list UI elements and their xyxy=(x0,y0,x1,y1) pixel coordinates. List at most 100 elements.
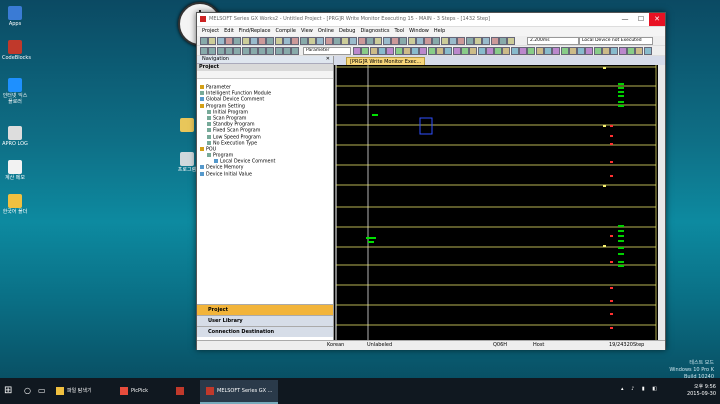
system-clock[interactable]: 오후 9:56 2015-09-30 xyxy=(668,384,716,398)
toolbar-icon[interactable] xyxy=(490,37,499,45)
desktop-icon[interactable]: CodeBlocks xyxy=(2,40,31,61)
toolbar-icon[interactable] xyxy=(399,37,408,45)
menu-item-online[interactable]: Online xyxy=(318,27,334,36)
toolbar-icon[interactable] xyxy=(618,47,627,55)
toolbar-icon[interactable] xyxy=(349,37,358,45)
parameter-dropdown[interactable]: Parameter xyxy=(303,47,351,55)
toolbar-icon[interactable] xyxy=(602,47,610,55)
toolbar-icon[interactable] xyxy=(449,37,457,45)
toolbar-icon[interactable] xyxy=(357,37,366,45)
taskbar-item[interactable]: PicPick xyxy=(120,380,148,402)
toolbar-icon[interactable] xyxy=(543,47,552,55)
toolbar-icon[interactable] xyxy=(283,37,291,45)
toolbar-icon[interactable] xyxy=(249,47,258,55)
toolbar-icon[interactable] xyxy=(527,47,536,55)
toolbar-icon[interactable] xyxy=(332,37,341,45)
toolbar-icon[interactable] xyxy=(394,47,403,55)
toolbar-icon[interactable] xyxy=(361,47,370,55)
toolbar-icon[interactable] xyxy=(440,37,449,45)
toolbar-icon[interactable] xyxy=(477,47,486,55)
toolbar-icon[interactable] xyxy=(585,47,594,55)
toolbar-icon[interactable] xyxy=(390,37,399,45)
toolbar-icon[interactable] xyxy=(324,37,333,45)
toolbar-icon[interactable] xyxy=(316,37,325,45)
toolbar-icon[interactable] xyxy=(291,37,300,45)
toolbar-icon[interactable] xyxy=(283,47,291,55)
toolbar-icon[interactable] xyxy=(258,47,267,55)
toolbar-icon[interactable] xyxy=(258,37,267,45)
toolbar-icon[interactable] xyxy=(432,37,441,45)
menu-item-compile[interactable]: Compile xyxy=(276,27,296,36)
toolbar-icon[interactable] xyxy=(635,47,644,55)
close-button[interactable]: ✕ xyxy=(649,13,665,26)
ladder-diagram[interactable] xyxy=(334,65,658,340)
toolbar-icon[interactable] xyxy=(444,47,453,55)
toolbar-icon[interactable] xyxy=(377,47,386,55)
taskbar-item[interactable] xyxy=(176,380,187,402)
toolbar-icon[interactable] xyxy=(460,47,469,55)
toolbar-icon[interactable] xyxy=(502,47,511,55)
desktop-icon[interactable]: 계산 메모 xyxy=(2,160,28,181)
toolbar-icon[interactable] xyxy=(386,47,395,55)
toolbar-icon[interactable] xyxy=(402,47,411,55)
toolbar-icon[interactable] xyxy=(266,47,275,55)
editor-scrollbar[interactable] xyxy=(658,65,665,340)
toolbar-icon[interactable] xyxy=(407,37,416,45)
search-icon[interactable]: ○ xyxy=(24,380,34,402)
toolbar-icon[interactable] xyxy=(436,47,444,55)
toolbar-icon[interactable] xyxy=(208,47,217,55)
toolbar-icon[interactable] xyxy=(208,37,217,45)
menu-item-project[interactable]: Project xyxy=(202,27,219,36)
toolbar-icon[interactable] xyxy=(241,47,250,55)
menu-item-view[interactable]: View xyxy=(301,27,313,36)
toolbar-icon[interactable] xyxy=(382,37,391,45)
toolbar-icon[interactable] xyxy=(299,37,308,45)
toolbar-icon[interactable] xyxy=(568,47,577,55)
toolbar-icon[interactable] xyxy=(560,47,569,55)
taskbar-item[interactable]: MELSOFT Series GX ... xyxy=(200,380,279,404)
toolbar-icon[interactable] xyxy=(249,37,258,45)
toolbar-icon[interactable] xyxy=(469,47,478,55)
desktop-icon[interactable]: APRO LOG xyxy=(2,126,28,147)
menu-item-edit[interactable]: Edit xyxy=(224,27,234,36)
toolbar-icon[interactable] xyxy=(535,47,544,55)
toolbar-icon[interactable] xyxy=(552,47,561,55)
toolbar-icon[interactable] xyxy=(507,37,516,45)
nav-button-connection-destination[interactable]: Connection Destination xyxy=(197,326,333,337)
toolbar-icon[interactable] xyxy=(465,37,474,45)
minimize-button[interactable]: — xyxy=(617,13,633,26)
toolbar-icon[interactable] xyxy=(224,47,233,55)
desktop-icon[interactable]: 인터넷 익스플로러 xyxy=(2,78,28,105)
nav-button-project[interactable]: Project xyxy=(197,304,333,315)
toolbar-icon[interactable] xyxy=(498,37,507,45)
toolbar-icon[interactable] xyxy=(473,37,482,45)
toolbar-icon[interactable] xyxy=(224,37,233,45)
toolbar-icon[interactable] xyxy=(216,37,225,45)
toolbar-icon[interactable] xyxy=(424,37,433,45)
toolbar-icon[interactable] xyxy=(274,47,283,55)
toolbar-icon[interactable] xyxy=(307,37,316,45)
toolbar-icon[interactable] xyxy=(510,47,519,55)
toolbar-icon[interactable] xyxy=(369,47,378,55)
toolbar-icon[interactable] xyxy=(233,47,242,55)
toolbar-icon[interactable] xyxy=(366,37,374,45)
menu-item-tool[interactable]: Tool xyxy=(394,27,404,36)
menu-item-help[interactable]: Help xyxy=(434,27,445,36)
title-bar[interactable]: MELSOFT Series GX Works2 - Untitled Proj… xyxy=(197,13,665,27)
toolbar-icon[interactable] xyxy=(577,47,586,55)
toolbar-icon[interactable] xyxy=(415,37,424,45)
toolbar-icon[interactable] xyxy=(341,37,350,45)
desktop-icon[interactable]: 한국어 폴더 xyxy=(2,194,28,215)
toolbar-icon[interactable] xyxy=(643,47,652,55)
toolbar-icon[interactable] xyxy=(457,37,466,45)
toolbar-icon[interactable] xyxy=(266,37,275,45)
toolbar-icon[interactable] xyxy=(411,47,420,55)
toolbar-icon[interactable] xyxy=(427,47,436,55)
desktop-icon[interactable]: Apps xyxy=(2,6,28,27)
toolbar-icon[interactable] xyxy=(353,47,361,55)
toolbar-icon[interactable] xyxy=(216,47,225,55)
toolbar-icon[interactable] xyxy=(494,47,503,55)
toolbar-icon[interactable] xyxy=(200,47,208,55)
toolbar-icon[interactable] xyxy=(374,37,383,45)
toolbar-icon[interactable] xyxy=(485,47,494,55)
